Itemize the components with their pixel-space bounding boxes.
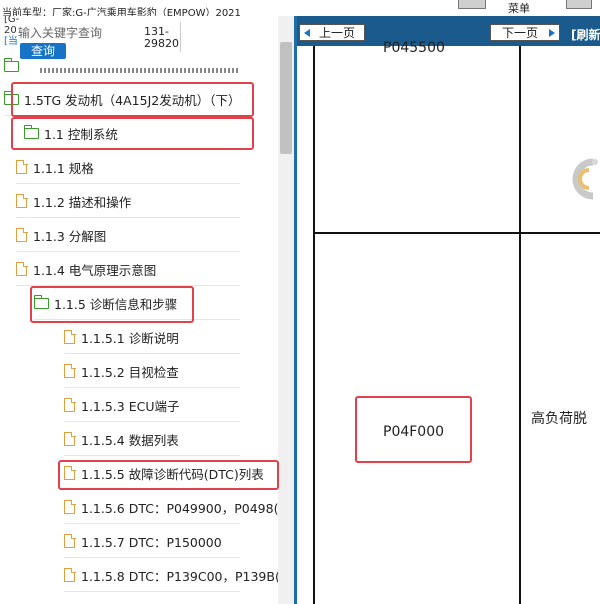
tree-item-label: 1.1.5.4 数据列表 — [81, 432, 179, 448]
folder-open-icon — [4, 57, 19, 72]
menu-button[interactable]: 菜单 — [508, 0, 530, 16]
refresh-link[interactable]: [刷新 — [571, 26, 600, 43]
top-bar: 当前车型：厂家:G-广汽乘用车影豹（EMPOW）2021 菜单 — [0, 0, 600, 19]
folder-open-icon — [33, 294, 49, 309]
document-icon — [64, 533, 76, 548]
tree-item-label: 1.1.5.2 目视检查 — [81, 364, 179, 380]
tree-item[interactable]: 1.1.5.1 诊断说明 — [64, 320, 240, 354]
toolbar-button-2[interactable] — [566, 0, 592, 9]
page-nav-bar: 上一页 下一页 [刷新 — [297, 16, 600, 46]
tree-item-label: 1.1.5.5 故障诊断代码(DTC)列表 — [81, 466, 264, 482]
document-icon — [64, 363, 76, 378]
document-icon — [64, 431, 76, 446]
tree-item[interactable]: 1.1.4 电气原理示意图 — [16, 252, 240, 286]
clipped-text-fragment: [当 — [4, 36, 18, 47]
tree-item-label: 1.1.5 诊断信息和步骤 — [54, 296, 178, 312]
scrollbar-thumb[interactable] — [280, 42, 292, 154]
table-cell-code: P04F000 — [383, 424, 445, 440]
clipped-text-fragment: 20 — [4, 25, 17, 36]
tree-item-label: 1.1.2 描述和操作 — [33, 194, 132, 210]
tree-item[interactable]: 1.1.5.2 目视检查 — [64, 354, 240, 388]
code-range-text: 131-29820 — [144, 25, 179, 50]
tree-item-label: 1.1.5.7 DTC：P150000 — [81, 534, 222, 550]
tree-item[interactable]: 1.1.5.8 DTC：P139C00，P139B( — [64, 558, 280, 592]
arrow-left-icon — [304, 29, 310, 37]
search-input[interactable] — [18, 24, 134, 42]
toolbar-button[interactable] — [458, 0, 486, 9]
tree-item[interactable]: 1.1.5.6 DTC：P049900，P0498( — [64, 490, 278, 524]
next-page-label: 下一页 — [501, 26, 538, 40]
document-icon — [16, 227, 28, 242]
tree-item-label: 1.1.5.8 DTC：P139C00，P139B( — [81, 568, 280, 584]
tree-item-label: 1.1.5.6 DTC：P049900，P0498( — [81, 500, 279, 516]
document-icon — [16, 193, 28, 208]
sidebar: [G- 20 [当 查询 131-29820 1.5TG 发动机（4A15J2发… — [0, 16, 294, 604]
document-icon — [64, 397, 76, 412]
document-icon — [64, 499, 76, 514]
tree-item[interactable]: 1.1.2 描述和操作 — [16, 184, 240, 218]
content-pane: 上一页 下一页 [刷新 P045500 P04F000 高负荷脱 — [297, 16, 600, 604]
document-icon — [64, 329, 76, 344]
arrow-right-icon — [549, 29, 555, 37]
tree-item[interactable]: 1.1.5.7 DTC：P150000 — [64, 524, 240, 558]
table-cell-description: 高负荷脱 — [531, 411, 587, 427]
clipped-text-fragment: [G- — [4, 16, 20, 25]
tree-item[interactable]: 1.1.5 诊断信息和步骤 — [33, 286, 240, 320]
table-cell-code: P045500 — [383, 40, 445, 56]
table-border — [313, 232, 600, 234]
tree-item[interactable]: 1.1.5.5 故障诊断代码(DTC)列表 — [64, 456, 264, 490]
prev-page-label: 上一页 — [318, 26, 355, 40]
document-icon — [16, 261, 28, 276]
tree-item-label: 1.1 控制系统 — [44, 126, 118, 142]
table-border — [519, 46, 521, 604]
document-icon — [16, 159, 28, 174]
next-page-button[interactable]: 下一页 — [490, 24, 560, 41]
table-border — [313, 46, 315, 604]
tree-item[interactable]: 1.1 控制系统 — [23, 116, 240, 150]
tree-item-label: 1.1.5.3 ECU端子 — [81, 398, 180, 414]
row-separator — [64, 591, 240, 592]
tree-item-label: 1.1.4 电气原理示意图 — [33, 262, 157, 278]
watermark-logo — [572, 158, 598, 200]
divider — [180, 22, 181, 52]
tree-item[interactable]: 1.1.1 规格 — [16, 150, 240, 184]
folder-open-icon — [3, 90, 19, 105]
document-icon — [64, 465, 76, 480]
prev-page-button[interactable]: 上一页 — [299, 24, 365, 41]
tree-item-label: 1.5TG 发动机（4A15J2发动机）（下） — [24, 92, 241, 108]
tree-item[interactable]: 1.1.5.4 数据列表 — [64, 422, 240, 456]
tree-item[interactable]: 1.1.3 分解图 — [16, 218, 240, 252]
clipped-text-remnant — [40, 68, 240, 73]
tree-item[interactable]: 1.1.5.3 ECU端子 — [64, 388, 240, 422]
tree-item-label: 1.1.3 分解图 — [33, 228, 107, 244]
tree-item-label: 1.1.1 规格 — [33, 160, 94, 176]
document-icon — [64, 567, 76, 582]
tree-item[interactable]: 1.5TG 发动机（4A15J2发动机）（下） — [3, 82, 241, 116]
tree-item-label: 1.1.5.1 诊断说明 — [81, 330, 179, 346]
dtc-table: P045500 P04F000 高负荷脱 — [297, 40, 600, 604]
folder-open-icon — [23, 124, 39, 139]
